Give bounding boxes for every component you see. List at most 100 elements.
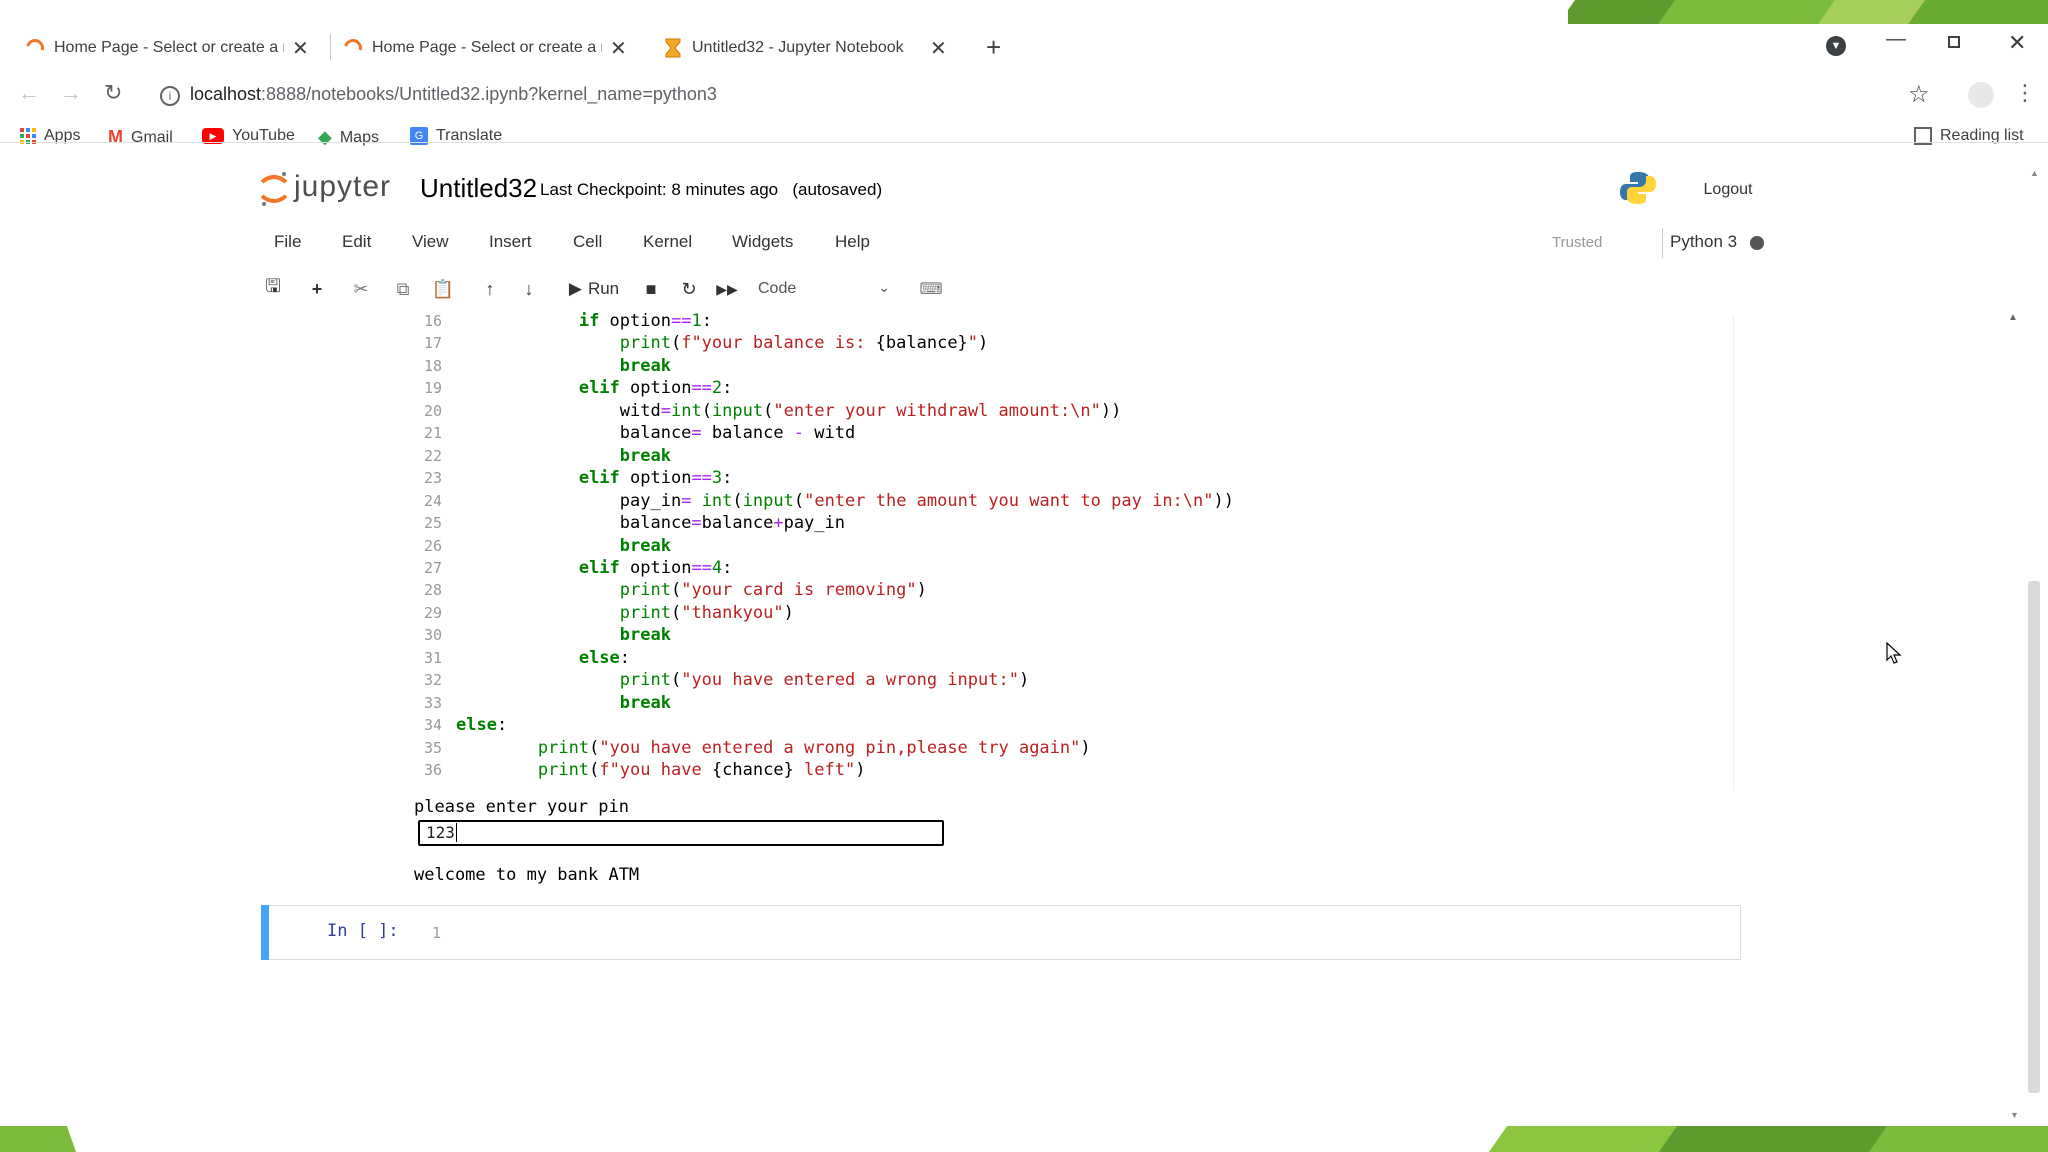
stop-icon[interactable]: ■ [638,274,664,304]
code-line: 27 elif option==4: [418,557,1234,579]
code-token: print [619,580,671,601]
code-token: witd [619,400,661,421]
cut-icon[interactable]: ✂ [348,274,374,304]
autosave-text: (autosaved) [792,180,883,199]
menu-view[interactable]: View [412,232,449,252]
browser-menu-icon[interactable]: ⋮ [2014,80,2036,106]
scrollbar-thumb[interactable] [2028,581,2040,1093]
line-number: 24 [423,491,442,510]
page-scrollbar[interactable] [2028,186,2040,1106]
code-token: break [619,355,671,376]
menu-file[interactable]: File [274,232,301,252]
code-token: break [619,535,671,556]
paste-icon[interactable]: 📋 [430,274,456,304]
keyboard-icon[interactable]: ⌨ [918,274,944,304]
code-token: pay_in [619,490,682,511]
code-token: ( [670,333,682,354]
code-token: ) [916,580,927,601]
notebook-name[interactable]: Untitled32 [420,173,537,204]
cell-prompt: In [ ]: [327,921,399,941]
line-number: 30 [423,626,442,645]
browser-tab-1[interactable]: Home Page - Select or create a n ✕ [22,28,309,68]
scroll-up-arrow-icon[interactable]: ▲ [2030,168,2039,178]
code-line: 31 else: [418,647,1234,669]
browser-divider [0,142,2048,143]
close-icon[interactable]: ✕ [292,36,309,61]
close-window-button[interactable]: ✕ [2008,30,2026,56]
checkpoint-status: Last Checkpoint: 8 minutes ago (autosave… [540,180,882,200]
jupyter-logo-text[interactable]: jupyter [294,170,391,204]
code-token: ) [1018,670,1030,691]
menu-kernel[interactable]: Kernel [643,232,692,252]
code-line: 24 pay_in= int(input("enter the amount y… [418,490,1234,512]
line-number: 16 [423,312,442,330]
scroll-down-arrow-icon[interactable]: ▼ [2010,1110,2019,1120]
forward-button[interactable]: → [60,80,82,106]
menu-widgets[interactable]: Widgets [732,232,793,252]
menu-insert[interactable]: Insert [489,232,532,252]
new-tab-button[interactable]: + [986,32,1001,63]
code-token: = [691,423,702,444]
hourglass-icon [665,38,681,58]
code-token: break [619,692,671,713]
code-line: 25 balance=balance+pay_in [418,512,1234,534]
pin-input[interactable]: 123 [418,820,944,846]
url-path: :8888/notebooks/Untitled32.ipynb?kernel_… [261,84,717,104]
line-number: 20 [423,401,442,420]
menu-edit[interactable]: Edit [342,232,371,252]
restart-icon[interactable]: ↻ [676,274,702,304]
decorative-corner-bottom-right [1488,1126,2048,1152]
tab-title: Home Page - Select or create a n [372,39,602,56]
move-down-icon[interactable]: ↓ [516,274,542,304]
browser-tab-2[interactable]: Home Page - Select or create a n ✕ [340,28,627,68]
line-number: 18 [423,356,442,375]
browser-tab-3-active[interactable]: Untitled32 - Jupyter Notebook ✕ [664,28,947,68]
menu-help[interactable]: Help [835,232,870,252]
code-token: option [619,557,692,578]
code-line: 16 if option==1: [418,310,1234,332]
bookmark-label: Gmail [131,128,173,146]
cell-type-select[interactable]: Code ⌄ [752,275,898,303]
close-icon[interactable]: ✕ [930,36,947,61]
address-bar[interactable]: localhost:8888/notebooks/Untitled32.ipyn… [190,84,717,105]
profile-avatar[interactable] [1968,82,1994,108]
line-number: 27 [423,558,442,577]
menu-cell[interactable]: Cell [573,232,602,252]
back-button[interactable]: ← [18,80,40,106]
add-cell-icon[interactable]: + [304,274,330,304]
code-token: elif [578,468,620,489]
code-token: )) [1100,400,1122,421]
info-icon[interactable]: i [160,86,180,106]
code-token: : [701,311,712,331]
logout-button[interactable]: Logout [1686,174,1770,206]
trusted-indicator[interactable]: Trusted [1552,234,1602,251]
play-icon: ▶ [568,279,582,298]
scroll-up-icon[interactable]: ▲ [2008,312,2018,323]
bookmark-gmail[interactable]: M Gmail [108,127,173,148]
chevron-down-icon[interactable]: ▼ [1826,36,1846,56]
output-prompt-text: please enter your pin [414,797,629,817]
close-icon[interactable]: ✕ [610,36,627,61]
copy-icon[interactable]: ⧉ [390,274,416,304]
code-token: if [578,311,600,331]
run-button[interactable]: ▶ Run [562,274,626,304]
code-token: - [793,423,805,444]
reload-button[interactable]: ↻ [104,80,122,106]
code-token: break [619,445,671,466]
code-line: 32 print("you have entered a wrong input… [418,669,1234,691]
restore-button[interactable] [1948,36,1960,48]
new-code-cell[interactable] [261,905,1741,960]
line-number: 31 [423,648,442,667]
gmail-icon: M [108,127,123,147]
code-token: input [742,490,794,511]
code-token: : [722,378,733,399]
fast-forward-icon[interactable]: ▶▶ [714,274,740,304]
minimize-button[interactable]: — [1886,28,1906,51]
jupyter-spinner-icon [340,35,366,61]
kernel-name[interactable]: Python 3 [1670,232,1737,252]
save-icon[interactable]: 🖫 [260,274,286,304]
move-up-icon[interactable]: ↑ [477,274,503,304]
bookmark-maps[interactable]: ◆ Maps [318,127,379,148]
bookmark-star-icon[interactable]: ☆ [1908,80,1930,109]
code-editor[interactable]: 16 if option==1: 17 print(f"your balance … [418,310,1234,782]
